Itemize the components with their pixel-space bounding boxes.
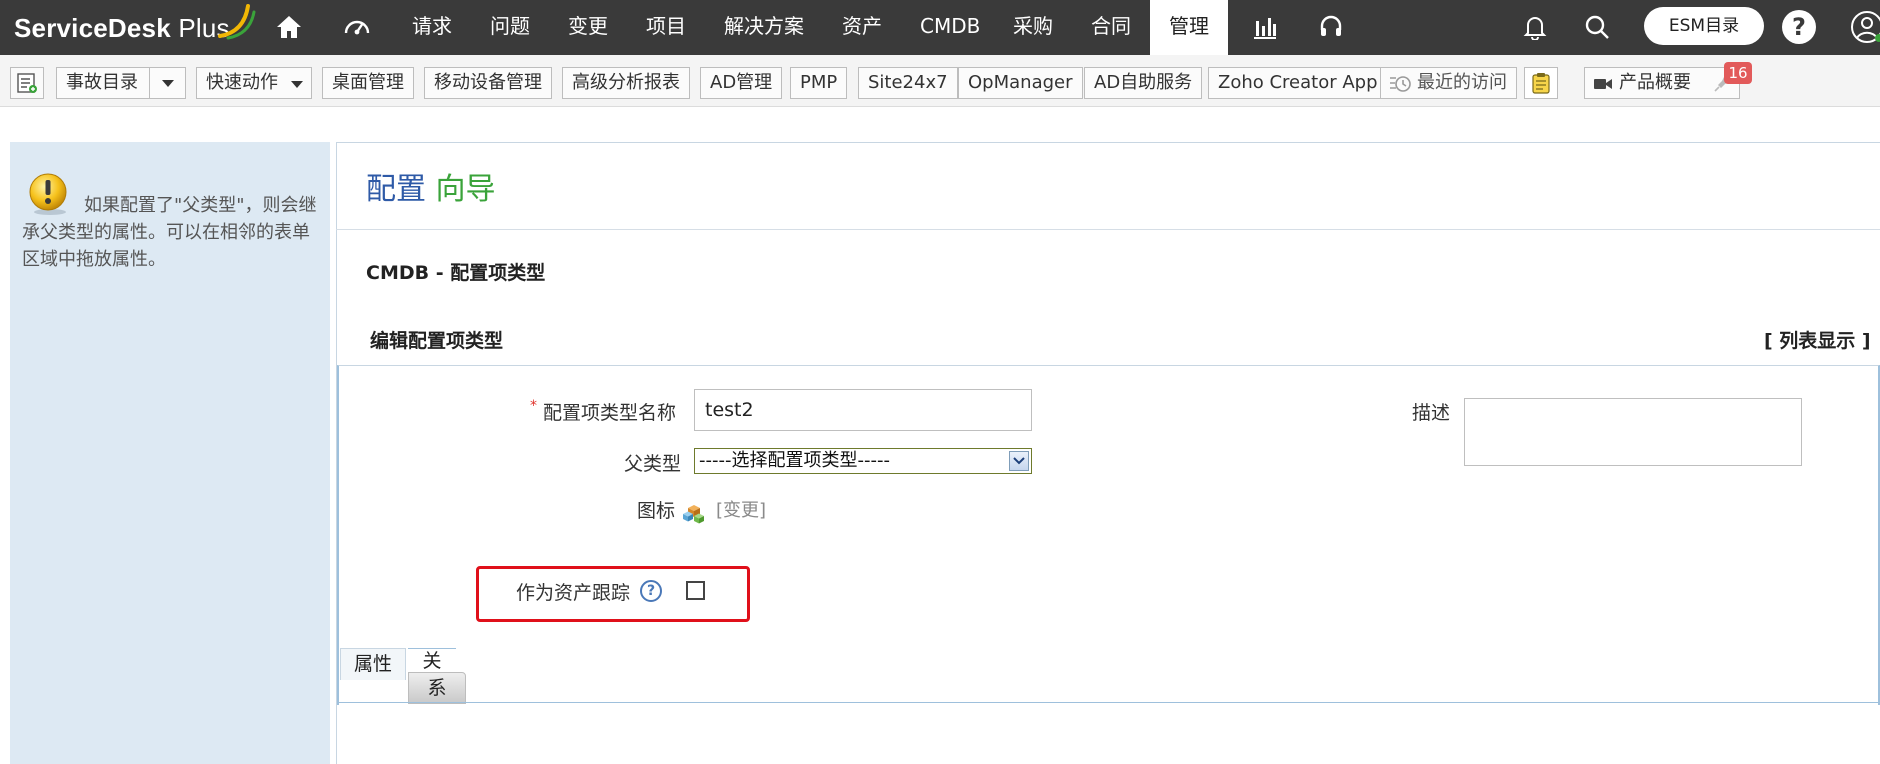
new-ticket-icon[interactable] <box>10 67 44 99</box>
home-icon[interactable] <box>272 10 306 44</box>
top-navigation-bar: ServiceDesk Plus 请求 问题 变更 项目 解决方案 资产 CMD… <box>0 0 1880 55</box>
help-icon[interactable]: ? <box>1782 10 1816 44</box>
title-divider <box>336 229 1880 230</box>
chevron-down-icon <box>161 79 174 87</box>
desktop-management-button[interactable]: 桌面管理 <box>322 67 414 99</box>
page-title-config: 配置 <box>366 172 426 207</box>
site24x7-button[interactable]: Site24x7 <box>858 67 958 99</box>
ci-type-boxes-icon <box>683 505 704 524</box>
parent-type-selected: -----选择配置项类型----- <box>699 450 890 471</box>
dashboard-gauge-icon[interactable] <box>340 10 374 44</box>
page-title-wizard: 向导 <box>435 172 496 207</box>
notification-count-badge: 16 <box>1724 62 1752 84</box>
nav-admin[interactable]: 管理 <box>1150 0 1228 55</box>
parent-type-label: 父类型 <box>624 453 682 475</box>
change-icon-link[interactable]: [变更] <box>716 496 766 522</box>
video-camera-icon <box>1594 79 1612 89</box>
ci-type-name-label: * 配置项类型名称 <box>530 398 676 425</box>
ad-management-button[interactable]: AD管理 <box>700 67 783 99</box>
zoho-creator-button[interactable]: Zoho Creator App <box>1208 67 1388 99</box>
ci-type-name-label-text: 配置项类型名称 <box>543 402 677 424</box>
hint-text: 如果配置了"父类型"，则会继承父类型的属性。可以在相邻的表单区域中拖放属性。 <box>22 195 317 270</box>
track-as-asset-label: 作为资产跟踪 <box>516 582 631 604</box>
tab-bar-divider <box>339 702 1878 703</box>
chevron-down-icon <box>291 81 303 88</box>
recent-visits-label: 最近的访问 <box>1417 72 1507 93</box>
logo-arc-icon <box>218 4 256 40</box>
reports-chart-icon[interactable] <box>1248 10 1282 44</box>
edit-ci-type-heading: 编辑配置项类型 <box>370 330 504 352</box>
user-icon[interactable] <box>1850 10 1880 44</box>
tab-attributes[interactable]: 属性 <box>340 648 406 680</box>
app-logo-text: ServiceDesk Plus <box>14 12 230 43</box>
question-help-icon[interactable]: ? <box>640 580 662 602</box>
parent-type-select[interactable]: -----选择配置项类型----- <box>694 448 1032 474</box>
track-as-asset-checkbox[interactable] <box>686 581 705 600</box>
nav-cmdb[interactable]: CMDB <box>920 0 980 55</box>
esm-catalog-button[interactable]: ESM目录 <box>1644 7 1764 45</box>
search-icon[interactable] <box>1580 10 1614 44</box>
bell-icon[interactable] <box>1518 10 1552 44</box>
opmanager-button[interactable]: OpManager <box>958 67 1083 99</box>
nav-requests[interactable]: 请求 <box>412 0 452 55</box>
required-mark: * <box>530 398 537 414</box>
tab-relations[interactable]: 系 <box>408 672 466 704</box>
nav-assets[interactable]: 资产 <box>842 0 882 55</box>
quick-toolbar: 事故目录 快速动作 桌面管理 移动设备管理 高级分析报表 AD管理 PMP Si… <box>0 55 1880 107</box>
nav-problems[interactable]: 问题 <box>490 0 530 55</box>
chevron-down-icon <box>1009 451 1029 471</box>
nav-projects[interactable]: 项目 <box>646 0 686 55</box>
tab-relations-top-text: 关 <box>408 648 456 672</box>
ci-type-name-input[interactable] <box>694 389 1032 431</box>
history-clock-icon <box>1390 76 1411 92</box>
section-title: CMDB - 配置项类型 <box>366 262 546 284</box>
quick-actions-label: 快速动作 <box>206 72 278 93</box>
nav-changes[interactable]: 变更 <box>568 0 608 55</box>
recent-visits-button[interactable]: 最近的访问 <box>1380 67 1517 99</box>
nav-purchase[interactable]: 采购 <box>1013 0 1053 55</box>
nav-contracts[interactable]: 合同 <box>1091 0 1131 55</box>
app-logo[interactable]: ServiceDesk Plus <box>14 4 256 46</box>
product-overview-label: 产品概要 <box>1619 72 1691 93</box>
incident-catalog-button[interactable]: 事故目录 <box>56 67 150 99</box>
headset-icon[interactable] <box>1314 10 1348 44</box>
list-view-link[interactable]: [ 列表显示 ] <box>1764 326 1871 353</box>
clipboard-notes-icon[interactable] <box>1524 67 1558 99</box>
advanced-reports-button[interactable]: 高级分析报表 <box>562 67 690 99</box>
ad-self-service-button[interactable]: AD自助服务 <box>1084 67 1203 99</box>
pmp-button[interactable]: PMP <box>790 67 848 99</box>
product-overview-button[interactable]: 产品概要 <box>1584 67 1740 99</box>
page-title: 配置 向导 <box>366 164 496 208</box>
nav-solutions[interactable]: 解决方案 <box>724 0 804 55</box>
icon-label: 图标 <box>637 500 676 522</box>
description-label: 描述 <box>1412 402 1451 424</box>
quick-actions-button[interactable]: 快速动作 <box>196 67 312 99</box>
mobile-device-management-button[interactable]: 移动设备管理 <box>424 67 552 99</box>
description-textarea[interactable] <box>1464 398 1802 466</box>
incident-catalog-dropdown[interactable] <box>150 67 186 99</box>
